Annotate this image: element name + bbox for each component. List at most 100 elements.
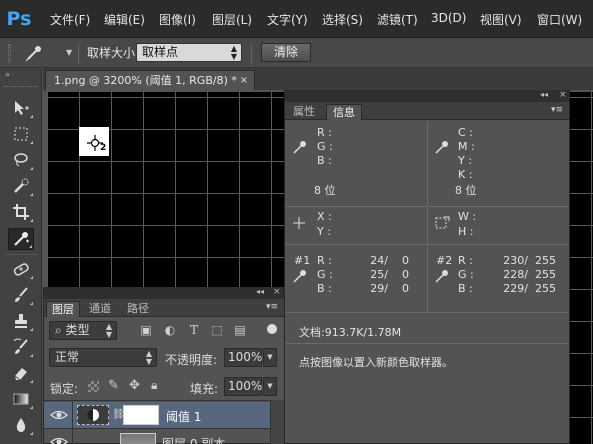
layer-row-threshold[interactable]: ⛓ 阈值 1 <box>44 402 270 428</box>
opacity-dropdown-icon[interactable]: ▼ <box>263 348 277 367</box>
eye-visibility-icon[interactable] <box>50 433 68 444</box>
panel-menu-icon[interactable]: ▾≡ <box>551 105 563 115</box>
toolbar-grip[interactable] <box>4 86 38 88</box>
layer-mask-thumbnail[interactable] <box>123 405 159 425</box>
layer-thumbnail[interactable] <box>120 433 156 444</box>
filter-pixel-layers-icon[interactable]: ▣ <box>138 322 154 338</box>
panel-menu-icon[interactable]: ▾≡ <box>266 302 278 312</box>
blend-mode-select[interactable]: 正常 ▲ ▼ <box>49 348 157 367</box>
sampler-1-g-value: 25/ 0 <box>370 268 409 281</box>
fill-label: 填充: <box>190 382 219 396</box>
updown-arrows-icon: ▲ ▼ <box>145 349 152 366</box>
bit-depth-left: 8 位 <box>314 184 336 197</box>
info-panel-header[interactable] <box>285 90 569 102</box>
eraser-icon <box>14 368 27 381</box>
layer-name[interactable]: 图层 0 副本 <box>162 435 225 444</box>
filter-toggle-icon[interactable] <box>267 324 277 334</box>
clear-button[interactable]: 清除 <box>261 43 311 62</box>
layer-row-layer0-copy[interactable]: 图层 0 副本 <box>44 429 270 444</box>
tab-info[interactable]: 信息 <box>326 104 362 120</box>
lock-position-icon[interactable]: ✥ <box>129 378 140 393</box>
menu-view[interactable]: 视图(V) <box>480 11 522 28</box>
history-brush-tool[interactable] <box>8 336 34 358</box>
menu-select[interactable]: 选择(S) <box>322 11 363 28</box>
stamp-icon <box>15 314 27 328</box>
info-m-label: M : <box>458 140 475 153</box>
menu-type[interactable]: 文字(Y) <box>267 11 308 28</box>
close-document-icon[interactable]: × <box>240 71 248 90</box>
opacity-input[interactable]: 100% <box>224 348 262 367</box>
eye-visibility-icon[interactable] <box>50 406 68 424</box>
info-divider <box>427 121 428 206</box>
sampler-2-r-label: R : <box>458 254 473 267</box>
menu-filter[interactable]: 滤镜(T) <box>377 11 418 28</box>
fill-input[interactable]: 100% <box>224 377 262 396</box>
collapse-panel-icon[interactable]: ◂◂ <box>256 287 264 296</box>
sampler-2-g-label: G : <box>458 268 474 281</box>
sampler-2-r-value: 230/ 255 <box>503 254 556 267</box>
sampler-2-b-value: 229/ 255 <box>503 282 556 295</box>
sampler-number-label: 2 <box>100 143 107 153</box>
tab-layers[interactable]: 图层 <box>46 301 80 317</box>
sampler-1-g-label: G : <box>317 268 333 281</box>
sample-size-select[interactable]: 取样点 ▲ ▼ <box>136 43 242 62</box>
menu-image[interactable]: 图像(I) <box>159 11 196 28</box>
lock-all-icon[interactable]: 🔒︎ <box>151 378 157 393</box>
sampler-2-id: #2 <box>436 254 453 267</box>
menu-edit[interactable]: 编辑(E) <box>104 11 145 28</box>
layers-panel-header[interactable] <box>44 287 284 299</box>
marquee-tool[interactable] <box>8 123 34 145</box>
sample-size-value: 取样点 <box>142 45 179 59</box>
threshold-adjustment-icon <box>87 409 99 421</box>
info-divider <box>286 312 568 313</box>
preset-chevron-down-icon[interactable]: ▼ <box>66 48 72 57</box>
sampler-2-b-label: B : <box>458 282 473 295</box>
spot-healing-tool[interactable] <box>8 258 34 280</box>
color-sampler-tool[interactable] <box>8 228 34 250</box>
history-brush-icon <box>13 338 28 354</box>
expand-panel-icon[interactable]: » <box>5 70 10 79</box>
eraser-tool[interactable] <box>8 362 34 384</box>
filter-smart-objects-icon[interactable]: ▤ <box>232 322 248 338</box>
tab-paths[interactable]: 路径 <box>122 301 154 317</box>
fill-dropdown-icon[interactable]: ▼ <box>263 377 277 396</box>
adjustment-layer-thumbnail[interactable] <box>77 405 109 425</box>
info-h-label: H : <box>458 225 474 238</box>
tool-preset-picker[interactable] <box>24 43 46 63</box>
clone-stamp-tool[interactable] <box>8 310 34 332</box>
updown-arrows-icon: ▲ ▼ <box>105 322 112 339</box>
move-tool[interactable] <box>8 97 34 119</box>
menu-window[interactable]: 窗口(W) <box>537 11 582 28</box>
info-hint-text: 点按图像以置入新颜色取样器。 <box>299 356 453 369</box>
document-tab[interactable]: 1.png @ 3200% (阈值 1, RGB/8) * × <box>45 70 255 90</box>
filter-adjustment-layers-icon[interactable]: ◐ <box>162 322 178 338</box>
layers-scrollbar[interactable] <box>270 400 284 444</box>
lock-transparent-pixels-icon[interactable] <box>88 381 99 392</box>
close-panel-icon[interactable]: × <box>273 287 281 297</box>
layer-filter-select[interactable]: ⌕ 类型 ▲ ▼ <box>49 321 117 340</box>
sampler-2-g-value: 228/ 255 <box>503 268 556 281</box>
gradient-tool[interactable] <box>8 388 34 410</box>
lock-image-pixels-icon[interactable]: ✎ <box>108 378 119 393</box>
close-panel-icon[interactable]: × <box>559 90 567 100</box>
blur-tool[interactable] <box>8 414 34 436</box>
quick-selection-tool[interactable] <box>8 175 34 197</box>
crop-tool[interactable] <box>8 201 34 223</box>
layer-name[interactable]: 阈值 1 <box>166 408 201 425</box>
document-size-readout: 文档:913.7K/1.78M <box>299 326 402 339</box>
filter-type-layers-icon[interactable]: T <box>186 322 202 338</box>
filter-shape-layers-icon[interactable]: ⬚ <box>209 322 225 338</box>
lock-label: 锁定: <box>50 382 79 396</box>
brush-tool[interactable] <box>8 284 34 306</box>
menu-file[interactable]: 文件(F) <box>50 11 90 28</box>
menu-layer[interactable]: 图层(L) <box>212 11 252 28</box>
collapse-panel-icon[interactable]: ◂◂ <box>540 90 548 99</box>
tab-properties[interactable]: 属性 <box>287 104 321 120</box>
options-divider <box>78 44 79 64</box>
options-bar-grip[interactable] <box>8 44 11 62</box>
info-r-label: R : <box>317 126 332 139</box>
gradient-icon <box>13 393 29 405</box>
menu-3d[interactable]: 3D(D) <box>431 11 466 25</box>
tab-channels[interactable]: 通道 <box>84 301 116 317</box>
lasso-tool[interactable] <box>8 149 34 171</box>
